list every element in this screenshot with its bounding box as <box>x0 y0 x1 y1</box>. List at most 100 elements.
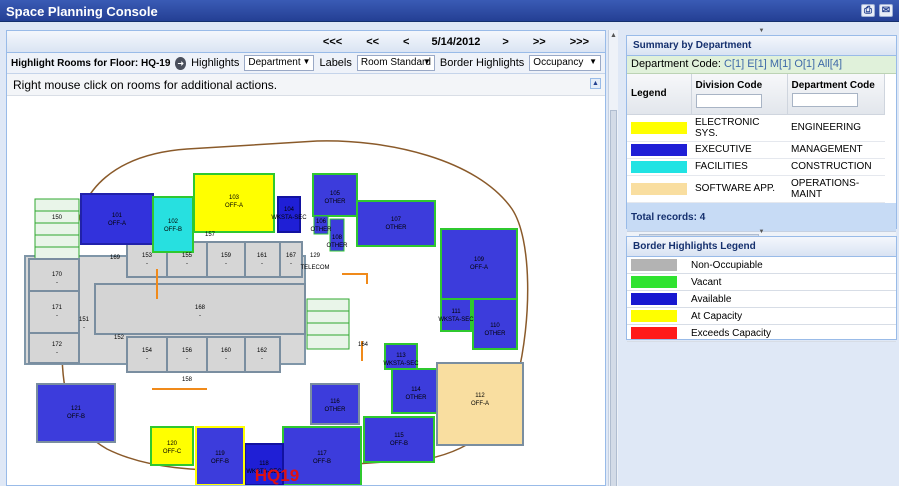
app-title: Space Planning Console <box>6 4 158 19</box>
title-bar: Space Planning Console ⎙ ✉ <box>0 0 899 22</box>
summary-title: Summary by Department <box>627 36 896 56</box>
room-label: 171 <box>52 305 63 311</box>
department-cell: ENGINEERING <box>787 114 885 142</box>
room-label: 161 <box>257 253 268 259</box>
border-legend-title: Border Highlights Legend <box>627 237 896 257</box>
splitter-middle[interactable]: ▼ <box>626 229 897 235</box>
room-label: 150 <box>52 215 63 221</box>
labels-select[interactable]: Room Standard ▼ <box>356 55 435 71</box>
collapse-icon[interactable]: ▲ <box>590 78 601 89</box>
border-highlights-select[interactable]: Occupancy ▼ <box>529 55 601 71</box>
plan-scrollbar[interactable]: ▲ <box>608 30 618 486</box>
table-row[interactable]: FACILITIES CONSTRUCTION <box>627 158 885 176</box>
table-row[interactable]: SOFTWARE APP. OPERATIONS-MAINT <box>627 175 885 203</box>
floor-plan-svg: 101OFF-A 102OFF-B 103OFF-A 104WKSTA-SEC … <box>24 140 529 486</box>
room-label: - <box>56 280 58 286</box>
division-cell: ELECTRONIC SYS. <box>691 114 787 142</box>
highlights-select[interactable]: Department ▼ <box>244 55 315 71</box>
labels-value: Room Standard <box>360 57 431 68</box>
border-legend-panel: Border Highlights Legend Non-Occupiable … <box>626 236 897 342</box>
floor-plan-drawing: 101 OFF-A 102 OFF-B 103 OFF-A 104 WKSTA-SEC … <box>7 99 605 486</box>
col-department-code[interactable]: Department Code <box>787 74 885 115</box>
room-label: - <box>186 356 188 362</box>
col-legend[interactable]: Legend <box>627 74 692 115</box>
nav-next-button[interactable]: > <box>490 36 520 48</box>
email-icon[interactable]: ✉ <box>879 4 893 17</box>
room-label: 157 <box>205 232 216 238</box>
room-label: 113 <box>396 353 406 359</box>
swatch-red <box>631 327 677 339</box>
highlights-value: Department <box>248 57 301 68</box>
room-label: OFF-A <box>471 401 489 407</box>
legend-cell <box>627 175 691 203</box>
dept-code-label: Department Code: <box>631 58 721 70</box>
table-row[interactable]: ELECTRONIC SYS. ENGINEERING <box>627 114 885 142</box>
room-label: OTHER <box>327 243 349 249</box>
legend-item: At Capacity <box>627 308 896 325</box>
room-label: WKSTA-SEC <box>271 215 307 221</box>
highlight-toolbar: Highlight Rooms for Floor: HQ-19 ➜ Highl… <box>7 53 605 74</box>
swatch-blue <box>631 293 677 305</box>
room-label: 159 <box>221 253 232 259</box>
col-division-label: Division Code <box>695 79 763 91</box>
code-filter-o[interactable]: O[1] <box>794 58 815 70</box>
department-filter-input[interactable] <box>791 93 858 108</box>
room-label: 117 <box>317 451 327 457</box>
department-cell: OPERATIONS-MAINT <box>787 175 885 203</box>
room-label: 119 <box>215 451 225 457</box>
room-label: 116 <box>330 399 340 405</box>
room-label: - <box>290 261 292 267</box>
room-label: 153 <box>142 253 153 259</box>
room-label: - <box>199 313 201 319</box>
room-label: OTHER <box>386 225 408 231</box>
table-row[interactable]: EXECUTIVE MANAGEMENT <box>627 141 885 159</box>
title-tools: ⎙ ✉ <box>861 4 893 17</box>
col-division-code[interactable]: Division Code <box>691 74 788 115</box>
nav-prev2-button[interactable]: << <box>354 36 391 48</box>
room-label: 162 <box>257 348 268 354</box>
division-cell: SOFTWARE APP. <box>691 175 787 203</box>
nav-first-button[interactable]: <<< <box>311 36 354 48</box>
legend-cell <box>627 158 691 176</box>
room-label: 101 <box>112 213 123 219</box>
print-icon[interactable]: ⎙ <box>861 4 875 17</box>
room-label: 106 <box>316 219 327 225</box>
scrollbar-thumb[interactable] <box>610 110 617 486</box>
room-label: 164 <box>358 342 369 348</box>
room-label: OTHER <box>325 199 347 205</box>
room-label: 169 <box>110 255 121 261</box>
room-label: OFF-B <box>313 459 331 465</box>
room-label: 151 <box>79 317 90 323</box>
code-filter-e[interactable]: E[1] <box>747 58 767 70</box>
room-label: OTHER <box>325 407 347 413</box>
nav-next2-button[interactable]: >> <box>521 36 558 48</box>
room-label: 103 <box>229 195 240 201</box>
room-label: OFF-A <box>225 203 243 209</box>
scroll-up-icon[interactable]: ▲ <box>610 32 617 39</box>
nav-last-button[interactable]: >>> <box>558 36 601 48</box>
room-label: 110 <box>490 323 500 329</box>
code-filter-c[interactable]: C[1] <box>724 58 744 70</box>
refresh-icon[interactable]: ➜ <box>175 56 187 70</box>
room-label: 105 <box>330 191 341 197</box>
room-label: OTHER <box>406 395 428 401</box>
legend-swatch-tan <box>631 182 687 195</box>
room-label: OFF-B <box>390 441 408 447</box>
splitter-top[interactable]: ▼ <box>626 28 897 34</box>
border-highlights-value: Occupancy <box>533 57 584 68</box>
room-label: OFF-C <box>163 449 182 455</box>
division-filter-input[interactable] <box>695 93 762 108</box>
room-label: 102 <box>168 219 179 225</box>
nav-prev-button[interactable]: < <box>391 36 421 48</box>
legend-item: Vacant <box>627 274 896 291</box>
room-label: 158 <box>182 377 193 383</box>
room-label: 168 <box>195 305 206 311</box>
border-highlights-label: Border Highlights <box>439 57 525 69</box>
code-filter-all[interactable]: All[4] <box>818 58 842 70</box>
room-label: 107 <box>391 217 402 223</box>
room-label: 155 <box>182 253 193 259</box>
legend-item: Exceeds Capacity <box>627 325 896 342</box>
legend-item: Available <box>627 291 896 308</box>
code-filter-m[interactable]: M[1] <box>770 58 791 70</box>
nav-date: 5/14/2012 <box>431 35 481 48</box>
